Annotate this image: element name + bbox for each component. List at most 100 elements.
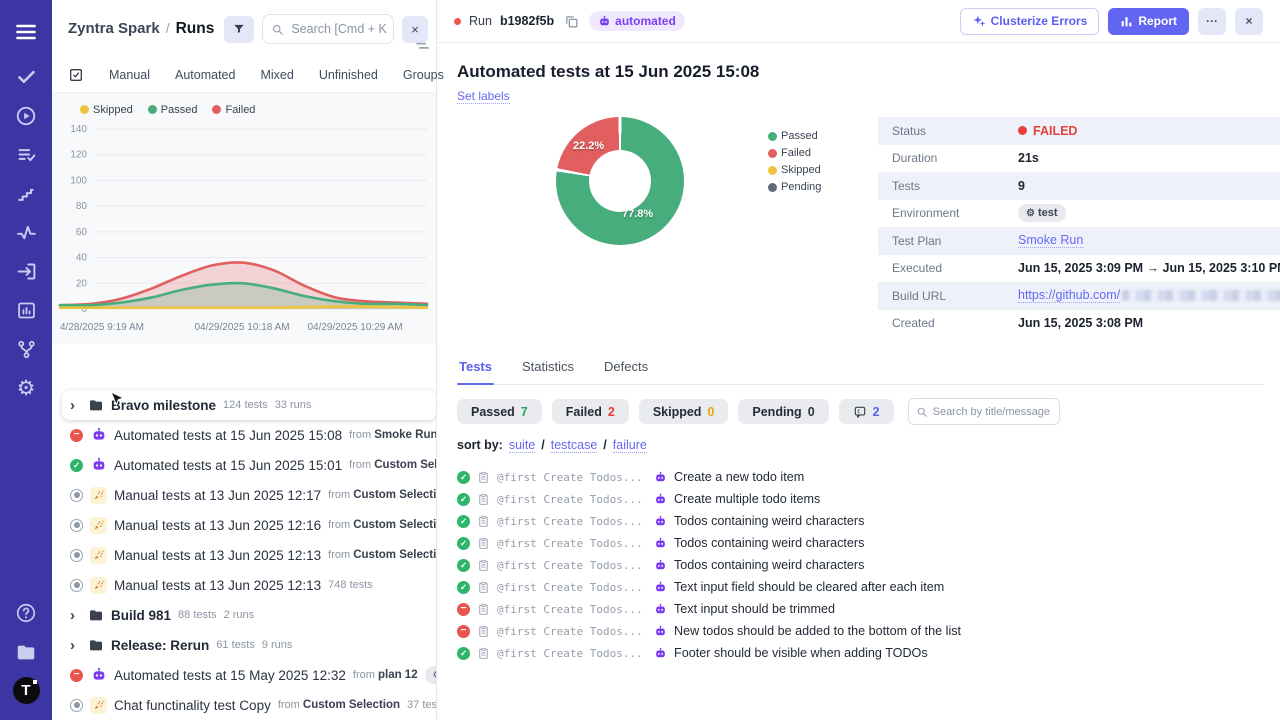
more-actions-button[interactable]: ··· [1198, 8, 1226, 35]
run-list-item[interactable]: Bravo milestone from 124 tests 33 runs [62, 390, 436, 420]
test-plan-link[interactable]: Smoke Run [1018, 233, 1083, 248]
test-row[interactable]: @first Create Todos... Todos containing … [457, 532, 1264, 554]
checklist-icon[interactable] [6, 135, 46, 174]
sparkles-icon [972, 14, 986, 28]
run-runs-count: 33 runs [275, 399, 312, 411]
sort-option-link[interactable]: suite [509, 438, 535, 453]
check-icon[interactable] [6, 57, 46, 96]
run-from: from Custom Selection [278, 699, 400, 711]
test-row[interactable]: @first Create Todos... Text input should… [457, 598, 1264, 620]
test-name: Create a new todo item [674, 470, 804, 484]
test-name: Todos containing weird characters [674, 558, 864, 572]
breadcrumb: Zyntra Spark / Runs [68, 20, 214, 38]
build-url-link[interactable]: https://github.com/ [1018, 288, 1120, 303]
comment-icon [853, 405, 867, 419]
legend-item[interactable]: Passed [148, 104, 198, 116]
test-row[interactable]: @first Create Todos... New todos should … [457, 620, 1264, 642]
donut-hole [589, 150, 651, 212]
steps-icon[interactable] [6, 174, 46, 213]
from-name: Custom Selection [353, 549, 436, 561]
gear-icon[interactable]: ⚙ [6, 369, 46, 408]
report-button[interactable]: Report [1108, 8, 1189, 35]
filter-button[interactable] [224, 16, 254, 43]
run-type-tab[interactable]: Unfinished [319, 68, 378, 82]
legend-item[interactable]: Passed [768, 130, 838, 142]
app-logo[interactable]: T [6, 671, 46, 710]
close-run-button[interactable]: × [1235, 8, 1263, 35]
comments-filter-chip[interactable]: 2 [839, 399, 894, 424]
chevron-right-icon [70, 608, 80, 623]
import-icon[interactable] [6, 252, 46, 291]
report-box-icon[interactable] [6, 291, 46, 330]
sort-handle-icon[interactable] [416, 38, 429, 56]
manual-run-icon [90, 697, 107, 714]
run-type-tab[interactable]: Automated [175, 68, 235, 82]
manual-run-icon [90, 487, 107, 504]
run-list-item[interactable]: Manual tests at 13 Jun 2025 12:13 from 7… [62, 570, 436, 600]
result-filter-chip[interactable]: Pending0 [738, 399, 828, 424]
test-suite: @first Create Todos... [497, 647, 647, 660]
clusterize-errors-button[interactable]: Clusterize Errors [960, 8, 1100, 35]
sort-option-link[interactable]: failure [613, 438, 647, 453]
legend-item[interactable]: Failed [212, 104, 255, 116]
result-filter-chip[interactable]: Skipped0 [639, 399, 729, 424]
tests-search-input[interactable] [909, 406, 1059, 418]
result-filter-chip[interactable]: Failed2 [552, 399, 629, 424]
legend-label: Skipped [781, 164, 821, 176]
run-list-item[interactable]: Automated tests at 15 Jun 2025 15:08 fro… [62, 420, 436, 450]
test-status-icon [457, 515, 470, 528]
run-list-item[interactable]: Automated tests at 15 Jun 2025 15:01 fro… [62, 450, 436, 480]
run-from: from Custom Selection [328, 549, 436, 561]
legend-item[interactable]: Skipped [80, 104, 133, 116]
run-type-tab[interactable]: Mixed [260, 68, 293, 82]
copy-run-id-button[interactable] [562, 14, 581, 29]
folder-icon[interactable] [6, 632, 46, 671]
run-list-item[interactable]: Build 981 from 88 tests 2 runs [62, 600, 436, 630]
test-row[interactable]: @first Create Todos... Todos containing … [457, 510, 1264, 532]
clipboard-icon [477, 493, 490, 506]
run-list-item[interactable]: Manual tests at 13 Jun 2025 12:16 from C… [62, 510, 436, 540]
run-list-item[interactable]: Chat functinality test Copy from Custom … [62, 690, 436, 720]
run-list-item[interactable]: Automated tests at 15 May 2025 12:32 fro… [62, 660, 436, 690]
run-status-icon [70, 519, 83, 532]
run-detail-tab[interactable]: Defects [602, 351, 650, 384]
select-runs-icon[interactable] [68, 67, 84, 83]
run-type-tab[interactable]: Manual [109, 68, 150, 82]
folder-icon [87, 637, 104, 654]
robot-icon [654, 647, 667, 660]
breadcrumb-project[interactable]: Zyntra Spark [68, 20, 160, 37]
menu-icon[interactable] [6, 12, 46, 51]
tests-list: @first Create Todos... Create a new todo… [457, 466, 1264, 664]
branch-icon[interactable] [6, 330, 46, 369]
set-labels-link[interactable]: Set labels [457, 89, 510, 104]
sort-option: suite/ [509, 438, 545, 453]
activity-icon[interactable] [6, 213, 46, 252]
svg-text:100: 100 [70, 175, 87, 186]
run-list-item[interactable]: Manual tests at 13 Jun 2025 12:17 from C… [62, 480, 436, 510]
help-icon[interactable] [6, 593, 46, 632]
sort-option-link[interactable]: testcase [551, 438, 598, 453]
from-label: from [328, 549, 350, 561]
run-type-tab[interactable]: Groups [403, 68, 444, 82]
test-row[interactable]: @first Create Todos... Todos containing … [457, 554, 1264, 576]
legend-item[interactable]: Pending [768, 181, 838, 193]
test-suite: @first Create Todos... [497, 515, 647, 528]
test-row[interactable]: @first Create Todos... Footer should be … [457, 642, 1264, 664]
run-list-item[interactable]: Manual tests at 13 Jun 2025 12:13 from C… [62, 540, 436, 570]
chip-label: Skipped [653, 405, 702, 419]
run-title: Automated tests at 15 May 2025 12:32 [114, 668, 346, 683]
legend-item[interactable]: Failed [768, 147, 838, 159]
result-filter-chip[interactable]: Passed7 [457, 399, 542, 424]
run-detail-tab[interactable]: Tests [457, 351, 494, 384]
from-name: Custom Selection [353, 489, 436, 501]
test-row[interactable]: @first Create Todos... Create a new todo… [457, 466, 1264, 488]
trend-chart: SkippedPassedFailed 020406080100120140 4… [52, 92, 436, 344]
test-row[interactable]: @first Create Todos... Text input field … [457, 576, 1264, 598]
run-title: Manual tests at 13 Jun 2025 12:17 [114, 488, 321, 503]
run-label: Run [469, 14, 492, 28]
run-detail-tab[interactable]: Statistics [520, 351, 576, 384]
run-list-item[interactable]: Release: Rerun from 61 tests 9 runs [62, 630, 436, 660]
legend-item[interactable]: Skipped [768, 164, 838, 176]
test-row[interactable]: @first Create Todos... Create multiple t… [457, 488, 1264, 510]
play-circle-icon[interactable] [6, 96, 46, 135]
